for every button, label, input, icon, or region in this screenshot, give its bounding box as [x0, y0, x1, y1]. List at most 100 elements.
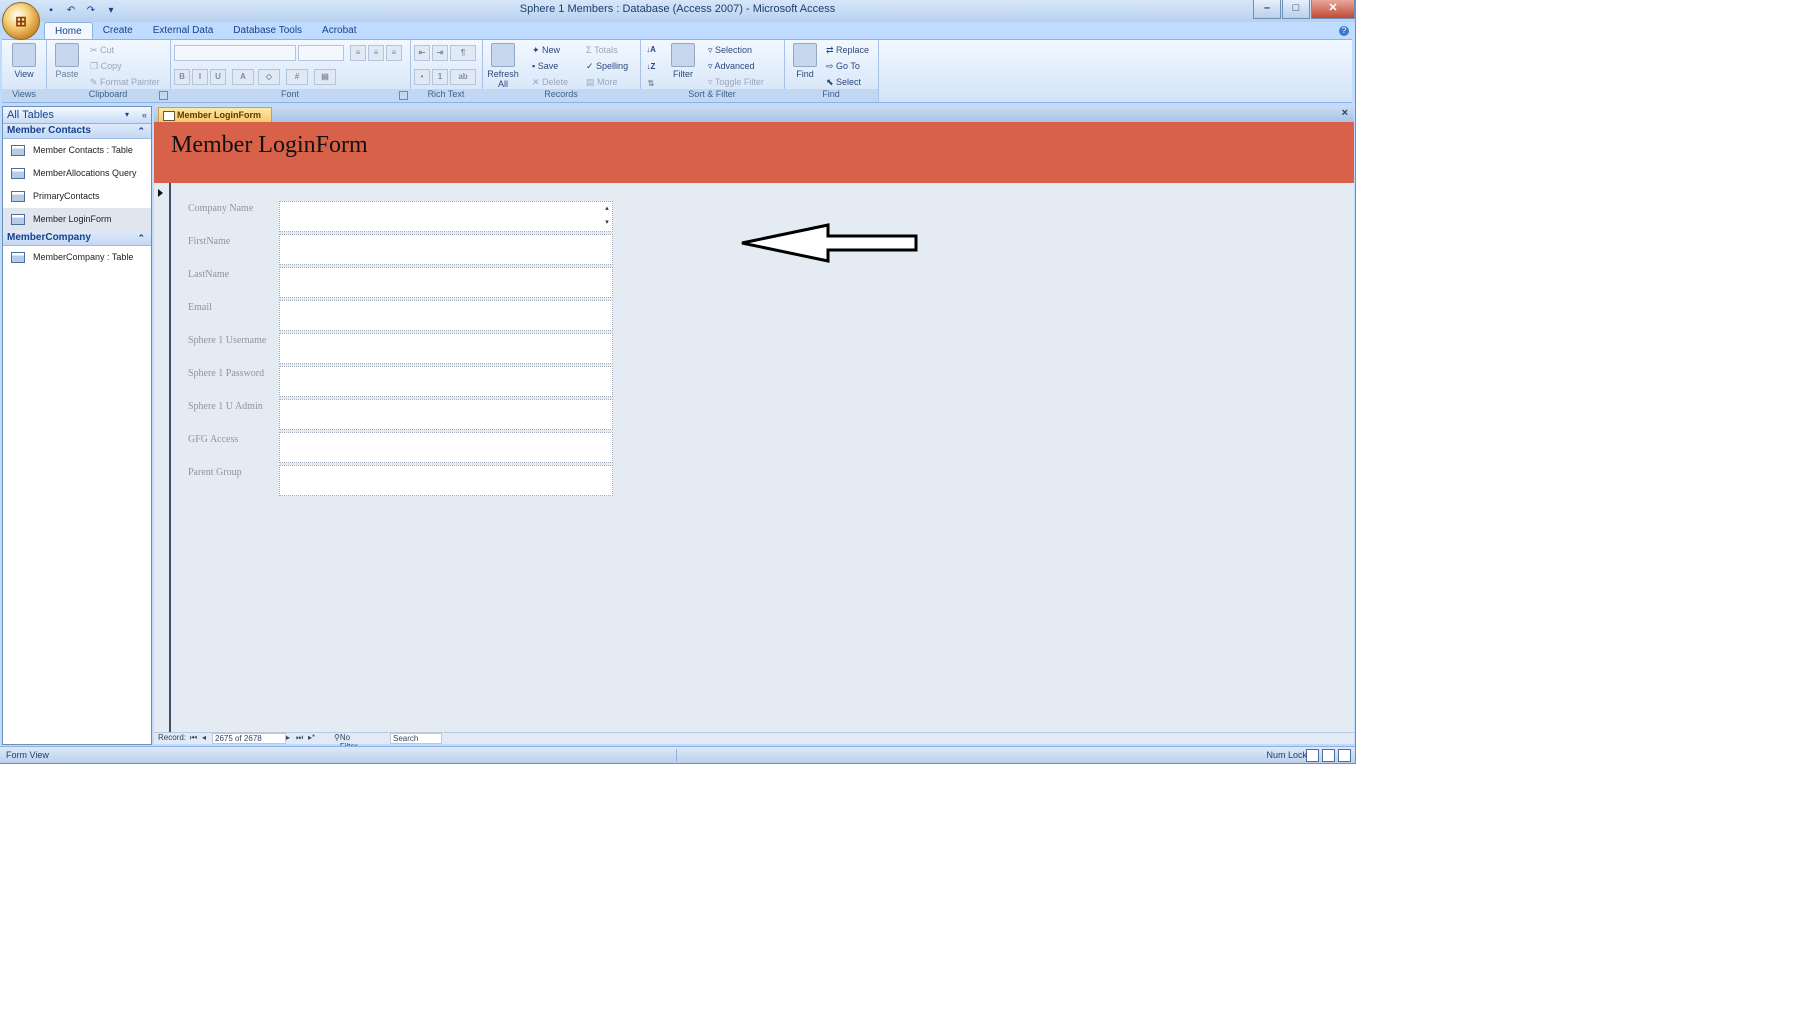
chevron-up-icon[interactable]: ⌃: [137, 124, 145, 138]
lastname-field[interactable]: [279, 267, 613, 298]
highlight-icon[interactable]: ab: [450, 69, 476, 85]
alternate-fill-icon[interactable]: ▤: [314, 69, 336, 85]
align-right-icon[interactable]: ≡: [386, 45, 402, 61]
nav-item-member-loginform[interactable]: Member LoginForm: [3, 208, 151, 231]
left-arrow-annotation-icon: [741, 223, 918, 263]
next-record-icon[interactable]: ▸: [286, 733, 290, 742]
ribbon-tabs: Home Create External Data Database Tools…: [44, 22, 367, 41]
delete-record-button[interactable]: ✕ Delete: [532, 77, 568, 88]
advanced-button[interactable]: ▿ Advanced: [708, 61, 755, 72]
navigation-pane: All Tables ▾ « Member Contacts ⌃ Member …: [2, 106, 152, 745]
sphere1-password-field[interactable]: [279, 366, 613, 397]
nav-group-membercompany[interactable]: MemberCompany ⌃: [3, 231, 151, 246]
spelling-button[interactable]: ✓ Spelling: [586, 61, 628, 72]
records-group: Refresh All ✦ New ▪ Save ✕ Delete Σ Tota…: [482, 40, 641, 102]
paste-icon: [55, 43, 79, 67]
close-document-icon[interactable]: ×: [1342, 107, 1348, 119]
fill-color-icon[interactable]: ◇: [258, 69, 280, 85]
maximize-button[interactable]: □: [1282, 0, 1310, 19]
help-icon[interactable]: ?: [1339, 26, 1349, 36]
gridlines-icon[interactable]: #: [286, 69, 308, 85]
nav-item-membercompany-table[interactable]: MemberCompany : Table: [3, 246, 151, 269]
record-selector[interactable]: [154, 183, 171, 732]
nav-item-primarycontacts[interactable]: PrimaryContacts: [3, 185, 151, 208]
goto-button[interactable]: ⇨ Go To: [826, 61, 860, 72]
toggle-filter-button[interactable]: ▿ Toggle Filter: [708, 77, 764, 88]
sort-descending-icon[interactable]: ↓Z: [644, 60, 658, 74]
new-record-button[interactable]: ✦ New: [532, 45, 560, 56]
clipboard-launcher-icon[interactable]: [159, 91, 168, 100]
tab-create[interactable]: Create: [93, 22, 143, 40]
decrease-indent-icon[interactable]: ⇤: [414, 45, 430, 61]
binoculars-icon: [793, 43, 817, 67]
parent-group-field[interactable]: [279, 465, 613, 496]
new-blank-record-icon[interactable]: ▸*: [308, 733, 315, 742]
email-field[interactable]: [279, 300, 613, 331]
gfg-access-field[interactable]: [279, 432, 613, 463]
copy-button[interactable]: ❐ Copy: [90, 61, 122, 72]
totals-button[interactable]: Σ Totals: [586, 45, 618, 55]
bullets-icon[interactable]: •: [414, 69, 430, 85]
last-record-icon[interactable]: ⏭: [296, 733, 303, 743]
nav-item-member-contacts-table[interactable]: Member Contacts : Table: [3, 139, 151, 162]
more-button[interactable]: ▤ More: [586, 77, 618, 88]
design-view-icon[interactable]: [1338, 749, 1351, 762]
cut-button[interactable]: ✂ Cut: [90, 45, 114, 56]
document-tab-label: Member LoginForm: [177, 110, 262, 120]
format-painter-button[interactable]: ✎ Format Painter: [90, 77, 160, 88]
shutter-bar-close-icon[interactable]: «: [142, 107, 147, 123]
paste-button[interactable]: Paste: [50, 43, 84, 79]
select-button[interactable]: ⬉ Select: [826, 77, 861, 88]
nav-pane-header[interactable]: All Tables ▾ «: [3, 107, 151, 124]
company-name-field[interactable]: ▴ ▾: [279, 201, 613, 232]
firstname-field[interactable]: [279, 234, 613, 265]
no-filter-indicator[interactable]: ⚲ No Filter: [334, 733, 358, 751]
nav-item-memberallocations-query[interactable]: MemberAllocations Query: [3, 162, 151, 185]
underline-icon[interactable]: U: [210, 69, 226, 85]
tab-acrobat[interactable]: Acrobat: [312, 22, 366, 40]
office-button[interactable]: ⊞: [2, 2, 40, 40]
sphere1-password-label: Sphere 1 Password: [188, 368, 265, 379]
save-record-label: Save: [537, 61, 559, 71]
find-group: Find ⇄ Replace ⇨ Go To ⬉ Select Find: [784, 40, 879, 102]
layout-view-icon[interactable]: [1322, 749, 1335, 762]
font-size-combo[interactable]: [298, 45, 344, 61]
align-center-icon[interactable]: ≡: [368, 45, 384, 61]
font-name-combo[interactable]: [174, 45, 296, 61]
italic-icon[interactable]: I: [192, 69, 208, 85]
form-view-icon[interactable]: [1306, 749, 1319, 762]
selection-button[interactable]: ▿ Selection: [708, 45, 752, 56]
find-button[interactable]: Find: [788, 43, 822, 79]
close-button[interactable]: ✕: [1311, 0, 1355, 19]
search-input[interactable]: Search: [390, 733, 442, 744]
document-tab-member-loginform[interactable]: Member LoginForm: [158, 107, 273, 123]
sphere1-username-field[interactable]: [279, 333, 613, 364]
first-record-icon[interactable]: ⏮: [190, 733, 197, 743]
current-record-field[interactable]: 2675 of 2678: [212, 733, 286, 744]
tab-database-tools[interactable]: Database Tools: [223, 22, 312, 40]
font-color-icon[interactable]: A: [232, 69, 254, 85]
refresh-all-button[interactable]: Refresh All: [486, 43, 520, 89]
tab-external-data[interactable]: External Data: [143, 22, 224, 40]
save-record-button[interactable]: ▪ Save: [532, 61, 558, 71]
chevron-up-icon[interactable]: ⌃: [137, 231, 145, 245]
parent-group-label: Parent Group: [188, 467, 242, 478]
font-launcher-icon[interactable]: [399, 91, 408, 100]
replace-button[interactable]: ⇄ Replace: [826, 45, 869, 56]
filter-button[interactable]: Filter: [666, 43, 700, 79]
bold-icon[interactable]: B: [174, 69, 190, 85]
nav-group-member-contacts[interactable]: Member Contacts ⌃: [3, 124, 151, 139]
minimize-button[interactable]: –: [1253, 0, 1281, 19]
view-button[interactable]: View: [7, 43, 41, 79]
align-left-icon[interactable]: ≡: [350, 45, 366, 61]
sphere1-u-admin-field[interactable]: [279, 399, 613, 430]
sort-ascending-icon[interactable]: ↓A: [644, 43, 658, 57]
numbering-icon[interactable]: 1: [432, 69, 448, 85]
paragraph-direction-icon[interactable]: ¶: [450, 45, 476, 61]
table-icon: [11, 145, 25, 157]
filter-icon: [671, 43, 695, 67]
increase-indent-icon[interactable]: ⇥: [432, 45, 448, 61]
company-name-scrollbar[interactable]: ▴ ▾: [602, 202, 612, 231]
previous-record-icon[interactable]: ◂: [202, 733, 206, 742]
nav-dropdown-icon[interactable]: ▾: [125, 107, 129, 123]
